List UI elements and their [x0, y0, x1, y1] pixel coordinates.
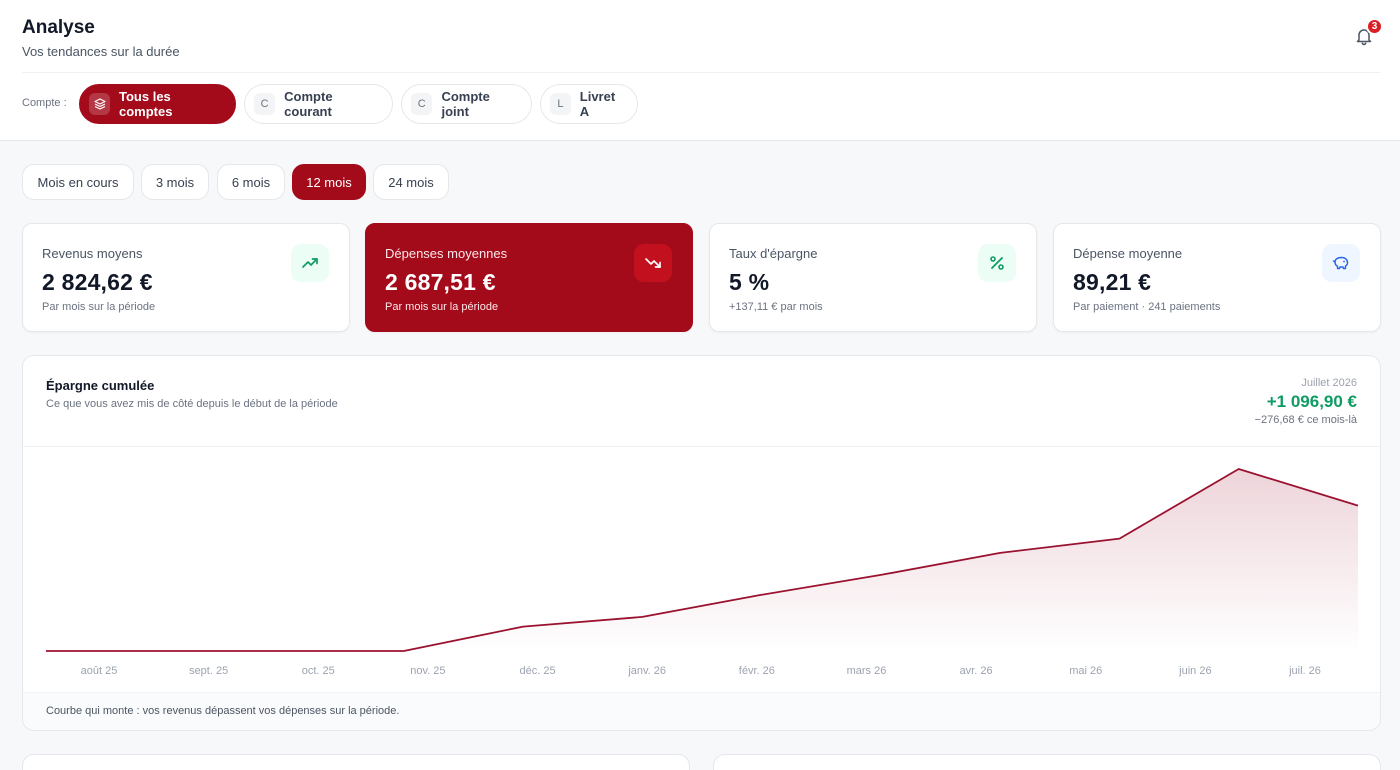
- kpi-value: 2 687,51 €: [385, 269, 496, 295]
- kpi-caption: Par paiement · 241 paiements: [1073, 301, 1221, 313]
- kpi-value: 5 %: [729, 269, 770, 295]
- kpi-label: Revenus moyens: [42, 246, 143, 261]
- chart-subtitle: Ce que vous avez mis de côté depuis le d…: [46, 398, 338, 410]
- account-chip-all[interactable]: Tous les comptes: [79, 84, 236, 124]
- x-tick-label: févr. 26: [739, 665, 775, 677]
- account-chip-label: Compte courant: [284, 89, 333, 119]
- savings-area-fill: [46, 469, 1358, 651]
- x-tick-label: sept. 25: [189, 665, 228, 677]
- percent-icon: [978, 244, 1016, 282]
- epargne-chart-card: Épargne cumulée Ce que vous avez mis de …: [22, 355, 1381, 731]
- trend-down-icon: [634, 244, 672, 282]
- kpi-card-depense-moyenne: Dépense moyenne 89,21 € Par paiement · 2…: [1053, 223, 1381, 332]
- x-tick-label: avr. 26: [960, 665, 993, 677]
- kpi-card-revenus: Revenus moyens 2 824,62 € Par mois sur l…: [22, 223, 350, 332]
- trend-up-icon: [291, 244, 329, 282]
- kpi-card-depenses: Dépenses moyennes 2 687,51 € Par mois su…: [365, 223, 693, 332]
- x-tick-label: oct. 25: [302, 665, 335, 677]
- chart-month-delta: −276,68 € ce mois-là: [1254, 414, 1357, 426]
- kpi-label: Taux d'épargne: [729, 246, 818, 261]
- account-initial: C: [254, 93, 276, 115]
- account-filter-label: Compte :: [22, 97, 67, 109]
- x-tick-label: août 25: [81, 665, 118, 677]
- page-header: Analyse Vos tendances sur la durée 3 Com…: [0, 0, 1400, 141]
- account-initial: L: [550, 93, 571, 115]
- x-tick-label: nov. 25: [410, 665, 445, 677]
- notification-count-badge: 3: [1366, 18, 1383, 35]
- bottom-card-right: [713, 754, 1381, 770]
- kpi-value: 2 824,62 €: [42, 269, 153, 295]
- x-tick-label: déc. 25: [519, 665, 555, 677]
- kpi-label: Dépense moyenne: [1073, 246, 1183, 261]
- piggy-bank-icon: [1322, 244, 1360, 282]
- kpi-card-taux-epargne: Taux d'épargne 5 % +137,11 € par mois: [709, 223, 1037, 332]
- page-subtitle: Vos tendances sur la durée: [22, 44, 180, 59]
- page-title: Analyse: [22, 17, 95, 38]
- chart-title: Épargne cumulée: [46, 378, 155, 393]
- account-chip-label: Tous les comptes: [119, 89, 173, 119]
- x-tick-label: juin 26: [1178, 665, 1211, 677]
- account-chip-compte-joint[interactable]: C Compte joint: [401, 84, 532, 124]
- x-tick-label: mai 26: [1069, 665, 1102, 677]
- period-tab-3-months[interactable]: 3 mois: [141, 164, 209, 200]
- header-divider: [22, 72, 1380, 73]
- period-tab-current-month[interactable]: Mois en cours: [22, 164, 134, 200]
- x-tick-label: juil. 26: [1288, 665, 1321, 677]
- account-chip-label: Livret A: [579, 89, 616, 119]
- chart-footnote: Courbe qui monte : vos revenus dépassent…: [46, 705, 400, 717]
- period-tab-24-months[interactable]: 24 mois: [373, 164, 449, 200]
- account-initial: C: [411, 93, 433, 115]
- kpi-caption: +137,11 € par mois: [729, 301, 823, 313]
- chart-footer: Courbe qui monte : vos revenus dépassent…: [23, 692, 1380, 730]
- bottom-card-left: [22, 754, 690, 770]
- account-chip-label: Compte joint: [441, 89, 490, 119]
- x-tick-label: janv. 26: [627, 665, 666, 677]
- period-tab-6-months[interactable]: 6 mois: [217, 164, 285, 200]
- x-tick-label: mars 26: [847, 665, 887, 677]
- chart-total-value: +1 096,90 €: [1266, 392, 1357, 411]
- kpi-caption: Par mois sur la période: [42, 301, 156, 313]
- kpi-caption: Par mois sur la période: [385, 301, 499, 313]
- chart-selected-month: Juillet 2026: [1301, 377, 1357, 389]
- kpi-value: 89,21 €: [1073, 269, 1152, 295]
- period-tab-12-months[interactable]: 12 mois: [292, 164, 366, 200]
- savings-area-chart: août 25 sept. 25 oct. 25 nov. 25 déc. 25 janv…: [46, 468, 1359, 677]
- account-chip-livret-a[interactable]: L Livret A: [540, 84, 638, 124]
- layers-icon: [89, 93, 111, 115]
- kpi-label: Dépenses moyennes: [385, 246, 508, 261]
- account-chip-compte-courant[interactable]: C Compte courant: [244, 84, 393, 124]
